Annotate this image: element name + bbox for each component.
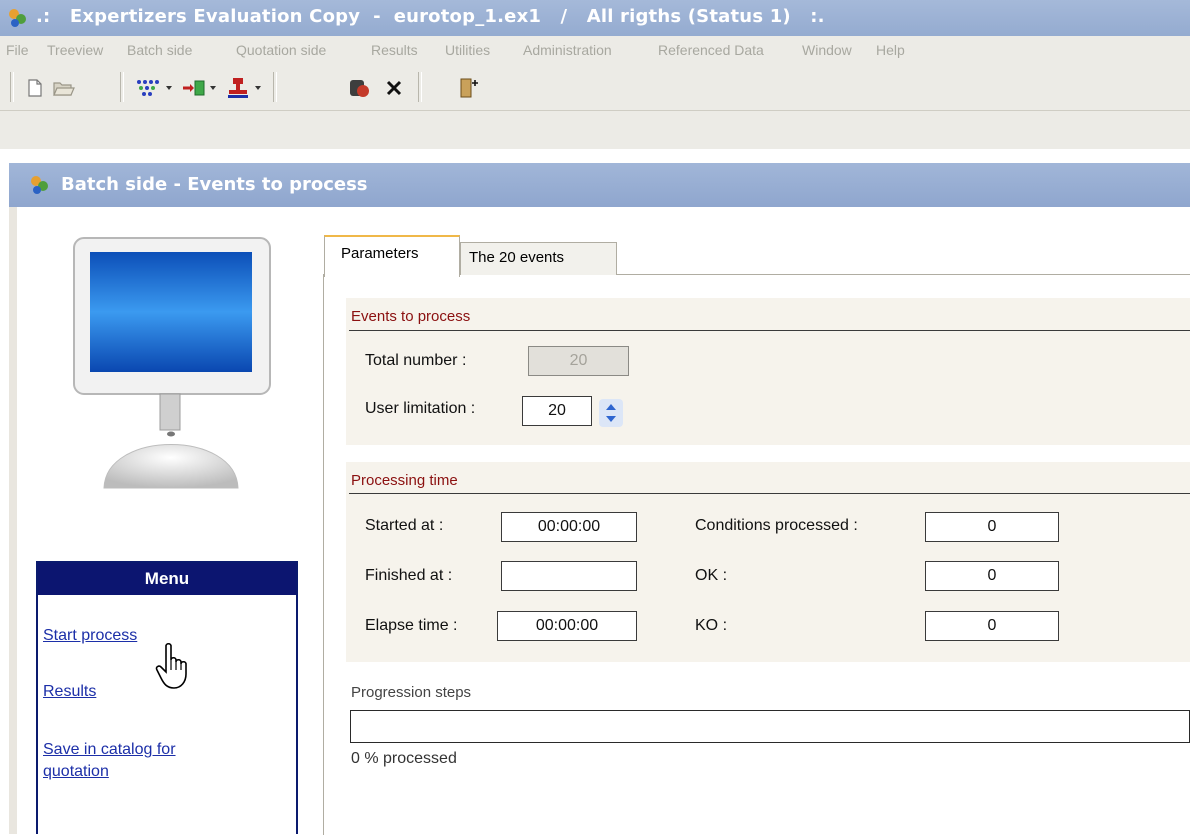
new-document-icon[interactable]	[22, 75, 46, 101]
menu-referenced-data[interactable]: Referenced Data	[658, 42, 764, 58]
stamp-icon[interactable]	[224, 75, 252, 101]
processing-time-group	[346, 462, 1190, 662]
app-title: .: Expertizers Evaluation Copy - eurotop…	[36, 6, 825, 27]
processing-time-title: Processing time	[351, 472, 458, 489]
divider	[349, 330, 1190, 331]
conditions-processed-label: Conditions processed :	[695, 517, 858, 534]
import-icon[interactable]	[180, 75, 208, 101]
progression-steps-title: Progression steps	[351, 684, 472, 701]
tab-events[interactable]: The 20 events	[460, 242, 617, 275]
menu-treeview[interactable]: Treeview	[47, 42, 103, 58]
finished-at-field	[501, 561, 637, 591]
app-logo-icon	[31, 176, 48, 194]
progress-status: 0 % processed	[351, 750, 457, 767]
exit-door-icon[interactable]	[456, 75, 482, 101]
toolbar-separator	[418, 72, 422, 102]
app-title-bar[interactable]: .: Expertizers Evaluation Copy - eurotop…	[0, 0, 1190, 36]
ok-field: 0	[925, 561, 1059, 591]
user-limitation-label: User limitation :	[365, 400, 476, 417]
chevron-down-icon[interactable]	[255, 86, 261, 90]
user-limitation-input[interactable]: 20	[522, 396, 592, 426]
menu-help[interactable]: Help	[876, 42, 905, 58]
elapse-time-field: 00:00:00	[497, 611, 637, 641]
menu-bar: File Treeview Batch side Quotation side …	[0, 36, 1190, 66]
database-icon[interactable]	[345, 75, 373, 101]
started-at-label: Started at :	[365, 517, 444, 534]
tab-parameters[interactable]: Parameters	[324, 235, 460, 277]
ko-label: KO :	[695, 617, 728, 634]
menu-batch-side[interactable]: Batch side	[127, 42, 192, 58]
start-process-link[interactable]: Start process	[43, 627, 137, 645]
app-logo-icon	[9, 9, 26, 27]
open-folder-icon[interactable]	[50, 75, 76, 101]
ok-label: OK :	[695, 567, 728, 584]
chevron-down-icon[interactable]	[210, 86, 216, 90]
menu-results[interactable]: Results	[371, 42, 418, 58]
child-window-title: Batch side - Events to process	[61, 174, 368, 195]
mdi-background	[0, 111, 1190, 149]
started-at-field: 00:00:00	[501, 512, 637, 542]
tab-parameters-label: Parameters	[341, 245, 419, 262]
spinner-arrows-icon[interactable]	[598, 398, 624, 428]
menu-quotation-side[interactable]: Quotation side	[236, 42, 326, 58]
menu-utilities[interactable]: Utilities	[445, 42, 490, 58]
finished-at-label: Finished at :	[365, 567, 453, 584]
toolbar-grip	[10, 72, 14, 102]
tree-dots-icon[interactable]	[133, 75, 161, 101]
toolbar-separator	[120, 72, 124, 102]
toolbar	[0, 66, 1190, 111]
progress-bar	[350, 710, 1190, 743]
menu-header: Menu	[38, 563, 296, 595]
save-in-catalog-link[interactable]: Save in catalog for	[43, 741, 176, 759]
hand-cursor-icon	[155, 642, 187, 689]
save-in-catalog-link-line2[interactable]: quotation	[43, 763, 109, 781]
elapse-time-label: Elapse time :	[365, 617, 458, 634]
menu-file[interactable]: File	[6, 42, 29, 58]
events-group-title: Events to process	[351, 308, 471, 325]
close-icon[interactable]	[382, 75, 406, 101]
toolbar-separator	[273, 72, 277, 102]
tab-events-label: The 20 events	[469, 249, 565, 266]
events-group	[346, 298, 1190, 445]
total-number-label: Total number :	[365, 352, 467, 369]
window-border	[9, 207, 17, 834]
menu-administration[interactable]: Administration	[523, 42, 612, 58]
divider	[349, 493, 1190, 494]
conditions-processed-field: 0	[925, 512, 1059, 542]
total-number-field: 20	[528, 346, 629, 376]
menu-window[interactable]: Window	[802, 42, 852, 58]
ko-field: 0	[925, 611, 1059, 641]
child-title-bar[interactable]: Batch side - Events to process	[9, 163, 1190, 207]
computer-illustration	[73, 237, 271, 489]
results-link[interactable]: Results	[43, 683, 96, 701]
chevron-down-icon[interactable]	[166, 86, 172, 90]
